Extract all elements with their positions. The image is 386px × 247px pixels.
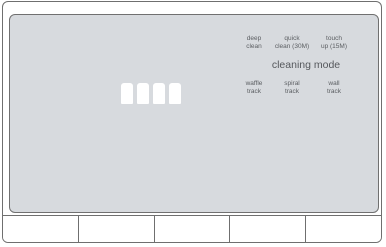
mode-option-deep-clean[interactable]: deep clean <box>241 35 267 50</box>
footer-button-5[interactable] <box>306 216 381 242</box>
footer-button-3[interactable] <box>154 216 231 242</box>
mode-option-wall-track[interactable]: wall track <box>320 80 348 95</box>
battery-cell <box>137 83 149 104</box>
battery-cell <box>121 83 133 104</box>
mode-option-waffle-track[interactable]: waffle track <box>239 80 269 95</box>
mode-option-spiral-track[interactable]: spiral track <box>276 80 308 95</box>
display-screen: deep clean quick clean (30M) touch up (1… <box>9 14 379 213</box>
footer-button-row <box>3 215 381 242</box>
device-frame: deep clean quick clean (30M) touch up (1… <box>2 1 382 243</box>
footer-button-2[interactable] <box>78 216 155 242</box>
mode-option-quick-clean[interactable]: quick clean (30M) <box>272 35 312 50</box>
battery-cell <box>169 83 181 104</box>
cleaning-mode-title: cleaning mode <box>271 59 341 71</box>
battery-cell <box>153 83 165 104</box>
footer-button-4[interactable] <box>230 216 307 242</box>
footer-button-1[interactable] <box>3 216 79 242</box>
battery-indicator <box>121 83 181 104</box>
mode-option-touch-up[interactable]: touch up (15M) <box>316 35 352 50</box>
